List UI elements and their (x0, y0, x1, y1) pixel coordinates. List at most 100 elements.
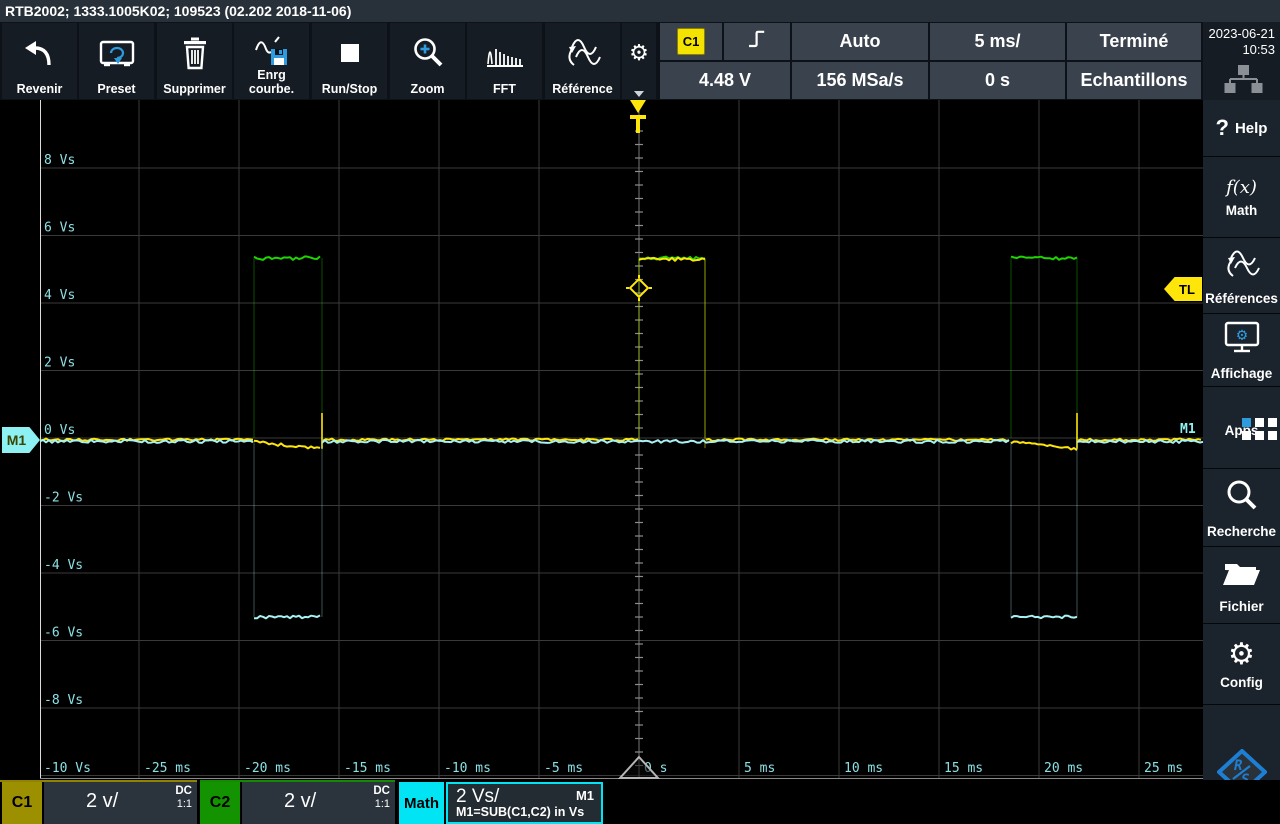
svg-text:-20 ms: -20 ms (244, 761, 291, 776)
datetime: 2023-06-21 10:53 (1209, 26, 1276, 58)
trace-m1 (40, 440, 253, 443)
supprimer-icon (157, 31, 232, 75)
preset-button[interactable]: Preset (79, 23, 154, 99)
trace-c1 (1011, 442, 1077, 451)
channel-bar: C1 2 v/ DC 1:1 C2 2 v/ DC 1:1 Math 2 Vs/… (0, 780, 1280, 824)
sidebar-item-math[interactable]: f(x)Math (1203, 158, 1280, 238)
trigger-level-diamond-marker[interactable] (626, 275, 652, 306)
channel1-tab[interactable]: C1 (2, 782, 42, 824)
revenir-button[interactable]: Revenir (2, 23, 77, 99)
display-icon: ⚙ (1221, 320, 1263, 361)
trace-m1 (254, 615, 320, 618)
trigger-slope-cell[interactable] (724, 23, 790, 60)
sidebar-item-help[interactable]: ?Help (1203, 100, 1280, 157)
svg-text:-15 ms: -15 ms (344, 761, 391, 776)
svg-text:15 ms: 15 ms (944, 761, 983, 776)
svg-text:-5 ms: -5 ms (544, 761, 583, 776)
horizontal-position-cell[interactable]: 0 s (930, 62, 1065, 99)
trigger-mode-cell[interactable]: Auto (792, 23, 928, 60)
svg-text:8 Vs: 8 Vs (44, 153, 75, 168)
file-icon (1221, 557, 1263, 594)
reference-icon (545, 31, 620, 75)
svg-text:-6 Vs: -6 Vs (44, 626, 83, 641)
config-gear-icon: ⚙ (1228, 640, 1255, 670)
fft-icon (467, 31, 542, 75)
sidebar-item-apps[interactable]: Apps (1203, 388, 1280, 469)
c1-coupling: DC (175, 785, 192, 798)
svg-text:6 Vs: 6 Vs (44, 221, 75, 236)
c1-probe: 1:1 (175, 798, 192, 811)
oscilloscope-screen: RTB2002; 1333.1005K02; 109523 (02.202 20… (0, 0, 1280, 824)
references-icon (1222, 247, 1262, 286)
search-icon (1224, 478, 1260, 519)
math-settings-panel[interactable]: 2 Vs/ M1 M1=SUB(C1,C2) in Vs (446, 782, 603, 824)
sidebar-item-fichier[interactable]: Fichier (1203, 548, 1280, 624)
sidebar-item-affichage[interactable]: ⚙Affichage (1203, 315, 1280, 387)
math-tab[interactable]: Math (399, 782, 444, 824)
zoom-icon (390, 31, 465, 75)
c2-scale: 2 v/ (284, 790, 316, 813)
svg-text:5 ms: 5 ms (744, 761, 775, 776)
date: 2023-06-21 (1209, 26, 1276, 42)
channel-badge[interactable]: C1 (677, 28, 705, 55)
sample-rate-cell[interactable]: 156 MSa/s (792, 62, 928, 99)
gear-icon: ⚙ (622, 31, 656, 75)
network-icon (1222, 64, 1264, 101)
help-icon: ? (1216, 115, 1229, 141)
acquisition-mode-cell[interactable]: Echantillons (1067, 62, 1201, 99)
svg-text:-10 ms: -10 ms (444, 761, 491, 776)
trigger-position-marker[interactable] (629, 100, 647, 136)
trigger-arrow-icon (630, 100, 646, 113)
graticule-area: 8 Vs6 Vs4 Vs2 Vs0 Vs-2 Vs-4 Vs-6 Vs-8 Vs… (40, 100, 1203, 780)
trace-c2 (1011, 257, 1077, 260)
math-definition: M1=SUB(C1,C2) in Vs (456, 805, 584, 819)
time: 10:53 (1209, 42, 1276, 58)
fft-button[interactable]: FFT (467, 23, 542, 99)
svg-text:2 Vs: 2 Vs (44, 356, 75, 371)
trace-m1 (1011, 616, 1077, 619)
sidebar-menu: ?Helpf(x)MathRéférences⚙AffichageAppsRec… (1203, 100, 1280, 824)
c1-scale: 2 v/ (86, 790, 118, 813)
svg-text:25 ms: 25 ms (1144, 761, 1183, 776)
svg-text:-4 Vs: -4 Vs (44, 558, 83, 573)
enrg-courbe-button[interactable]: Enrg courbe. (234, 23, 309, 99)
channel2-settings-panel[interactable]: 2 v/ DC 1:1 (242, 782, 395, 824)
c2-coupling: DC (373, 785, 390, 798)
run-stop-button[interactable]: Run/Stop (312, 23, 387, 99)
svg-text:0 Vs: 0 Vs (44, 423, 75, 438)
revenir-icon (2, 31, 77, 75)
chevron-down-icon (634, 91, 644, 97)
run-stop-icon (312, 31, 387, 75)
svg-text:-10 Vs: -10 Vs (44, 761, 91, 776)
settings-button[interactable]: ⚙ (622, 23, 656, 99)
graticule-canvas: 8 Vs6 Vs4 Vs2 Vs0 Vs-2 Vs-4 Vs-6 Vs-8 Vs… (40, 100, 1203, 780)
channel2-tab[interactable]: C2 (200, 782, 240, 824)
m1-right-label: M1 (1180, 422, 1196, 437)
trigger-source-cell[interactable]: C1 (660, 23, 722, 60)
rising-edge-icon (744, 26, 770, 57)
svg-text:20 ms: 20 ms (1044, 761, 1083, 776)
acquisition-state-cell[interactable]: Terminé (1067, 23, 1201, 60)
clock-block: 2023-06-21 10:53 (1203, 22, 1280, 100)
device-title-bar: RTB2002; 1333.1005K02; 109523 (02.202 20… (0, 0, 1280, 22)
sidebar-item-recherche[interactable]: Recherche (1203, 470, 1280, 547)
timebase-cell[interactable]: 5 ms/ (930, 23, 1065, 60)
trace-c1 (254, 441, 320, 449)
c2-probe: 1:1 (373, 798, 390, 811)
trace-c2 (254, 256, 320, 260)
svg-text:-8 Vs: -8 Vs (44, 693, 83, 708)
supprimer-button[interactable]: Supprimer (157, 23, 232, 99)
m1-reference-tag[interactable]: M1 (2, 427, 40, 453)
svg-text:-25 ms: -25 ms (144, 761, 191, 776)
zoom-button[interactable]: Zoom (390, 23, 465, 99)
trigger-level-cell[interactable]: 4.48 V (660, 62, 790, 99)
reference-button[interactable]: Référence (545, 23, 620, 99)
svg-text:⚙: ⚙ (1236, 325, 1246, 345)
trace-m1 (322, 440, 1009, 443)
channel1-settings-panel[interactable]: 2 v/ DC 1:1 (44, 782, 197, 824)
svg-text:-2 Vs: -2 Vs (44, 491, 83, 506)
sidebar-item-references[interactable]: Références (1203, 239, 1280, 314)
math-ref-label: M1 (576, 788, 594, 803)
sidebar-item-config[interactable]: ⚙Config (1203, 625, 1280, 705)
svg-text:10 ms: 10 ms (844, 761, 883, 776)
